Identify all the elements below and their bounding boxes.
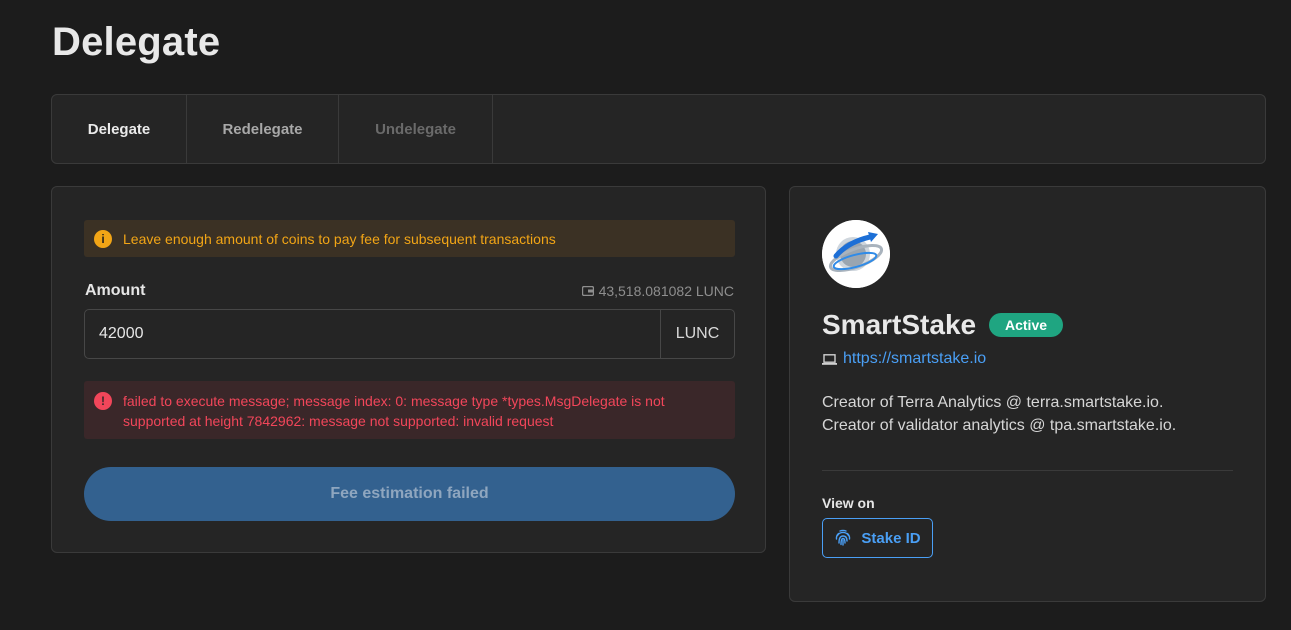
validator-avatar <box>822 220 890 288</box>
validator-name: SmartStake <box>822 309 977 340</box>
description-line-1: Creator of Terra Analytics @ terra.smart… <box>822 394 1164 411</box>
error-icon: ! <box>94 392 112 410</box>
error-banner: ! failed to execute message; message ind… <box>84 381 735 439</box>
page-title: Delegate <box>52 20 221 64</box>
fee-warning-text: Leave enough amount of coins to pay fee … <box>123 230 556 247</box>
delegate-page: Delegate Delegate Redelegate Undelegate … <box>0 0 1291 630</box>
tab-undelegate: Undelegate <box>339 95 493 163</box>
error-line-1: failed to execute message; message index… <box>123 393 665 409</box>
amount-unit: LUNC <box>660 310 734 358</box>
tab-bar: Delegate Redelegate Undelegate <box>51 94 1266 164</box>
amount-label: Amount <box>85 282 146 299</box>
amount-input[interactable] <box>85 310 660 358</box>
fingerprint-icon <box>836 529 851 546</box>
tab-redelegate[interactable]: Redelegate <box>187 95 339 163</box>
validator-description: Creator of Terra Analytics @ terra.smart… <box>822 391 1242 437</box>
status-badge: Active <box>989 313 1064 337</box>
tab-delegate[interactable]: Delegate <box>52 95 187 163</box>
website-link[interactable]: https://smartstake.io <box>843 350 986 368</box>
stake-id-button[interactable]: Stake ID <box>822 518 933 558</box>
info-icon: i <box>94 229 112 248</box>
error-line-2: supported at height 7842962: message not… <box>123 413 554 429</box>
wallet-balance[interactable]: 43,518.081082 LUNC <box>581 283 734 299</box>
validator-card: SmartStake Active https://smartstake.io … <box>789 186 1266 602</box>
stake-id-label: Stake ID <box>861 529 921 547</box>
laptop-icon <box>822 353 837 365</box>
validator-website: https://smartstake.io <box>822 350 986 368</box>
divider <box>822 470 1233 471</box>
smartstake-logo-icon <box>822 220 890 288</box>
wallet-icon <box>581 286 594 296</box>
delegate-form-card: i Leave enough amount of coins to pay fe… <box>51 186 766 553</box>
amount-field: LUNC <box>84 309 735 359</box>
wallet-balance-text: 43,518.081082 LUNC <box>598 283 734 299</box>
description-line-2: Creator of validator analytics @ tpa.sma… <box>822 417 1177 434</box>
submit-button[interactable]: Fee estimation failed <box>84 467 735 521</box>
error-message: failed to execute message; message index… <box>123 391 665 439</box>
view-on-label: View on <box>822 495 875 511</box>
fee-warning-banner: i Leave enough amount of coins to pay fe… <box>84 220 735 257</box>
